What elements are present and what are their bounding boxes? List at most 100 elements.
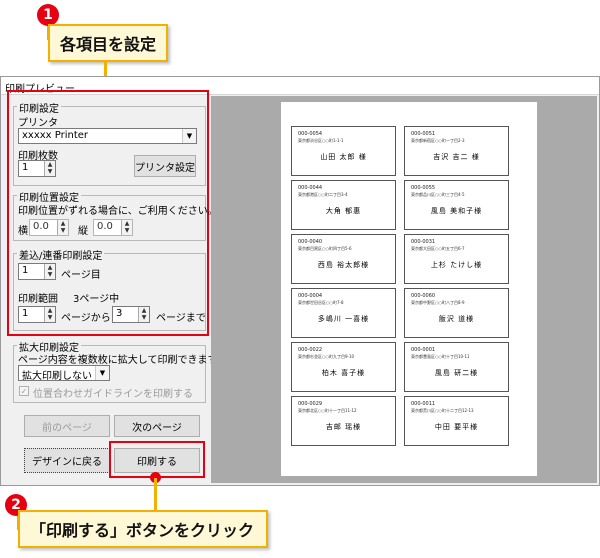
label-zip: 000-0044 <box>298 185 323 191</box>
horizontal-offset-stepper[interactable]: 0.0 ▲ ▼ <box>29 219 69 236</box>
label-zip: 000-0054 <box>298 131 323 137</box>
arrow-down-icon[interactable]: ▼ <box>45 314 55 321</box>
stepper-arrows[interactable]: ▲ ▼ <box>121 220 132 235</box>
label-addr: 東京都荒川区○○町十二丁目12-13 <box>411 408 474 413</box>
step-1-marker: 1 <box>37 4 59 26</box>
printer-select[interactable]: xxxxx Printer ▼ <box>18 128 197 144</box>
label-zip: 000-0060 <box>411 293 436 299</box>
address-label-card: 000-0011 東京都荒川区○○町十二丁目12-13 中田 要平様 <box>404 396 509 446</box>
address-label-card: 000-0029 東京都北区○○町十一丁目11-12 吉邮 瑶様 <box>291 396 396 446</box>
start-page-stepper[interactable]: 1 ▲ ▼ <box>18 263 56 280</box>
address-label-card: 000-0004 東京都世田谷区○○町7-8 多嶋川 一喜様 <box>291 288 396 338</box>
print-settings-title: 印刷設定 <box>17 100 61 115</box>
printer-select-value: xxxxx Printer <box>22 130 89 141</box>
enlarge-select-value: 拡大印刷しない <box>22 371 92 381</box>
arrow-down-icon[interactable]: ▼ <box>122 227 132 234</box>
back-to-design-button[interactable]: デザインに戻る <box>24 448 110 473</box>
label-name: 西島 裕太郎様 <box>317 261 370 269</box>
label-addr: 東京都中野区○○町八丁目8-9 <box>411 300 465 305</box>
label-zip: 000-0001 <box>411 347 436 353</box>
stepper-arrows[interactable]: ▲ ▼ <box>44 161 55 176</box>
printer-label: プリンタ <box>18 118 58 129</box>
arrow-down-icon[interactable]: ▼ <box>45 168 55 175</box>
enlarge-select[interactable]: 拡大印刷しない ▼ <box>18 365 110 381</box>
range-info: 3ページ中 <box>73 294 120 305</box>
label-name: 上杉 たけし様 <box>430 261 483 269</box>
address-label-card: 000-0055 東京都品川区○○町三丁目4-5 風島 美和子様 <box>404 180 509 230</box>
label-name: 吉沢 吉二 様 <box>433 153 480 161</box>
stepper-arrows[interactable]: ▲ ▼ <box>44 307 55 322</box>
arrow-up-icon[interactable]: ▲ <box>45 161 55 168</box>
range-label: 印刷範囲 <box>18 294 58 305</box>
arrow-down-icon[interactable]: ▼ <box>45 271 55 278</box>
position-note: 印刷位置がずれる場合に、ご利用ください。 <box>18 206 218 217</box>
label-addr: 東京都港区○○町二丁目3-4 <box>298 192 348 197</box>
address-label-card: 000-0022 東京都杉並区○○町九丁目9-10 柏木 喜子様 <box>291 342 396 392</box>
address-label-card: 000-0031 東京都大田区○○町五丁目6-7 上杉 たけし様 <box>404 234 509 284</box>
arrow-up-icon[interactable]: ▲ <box>122 220 132 227</box>
label-name: 多嶋川 一喜様 <box>317 315 370 323</box>
label-addr: 東京都渋谷区○○町1-1-1 <box>298 138 344 143</box>
callout-1-text: 各項目を設定 <box>60 35 157 54</box>
arrow-down-icon[interactable]: ▼ <box>139 314 149 321</box>
address-label-card: 000-0051 東京都新宿区○○町一丁目2-3 吉沢 吉二 様 <box>404 126 509 176</box>
range-to-stepper[interactable]: 3 ▲ ▼ <box>112 306 150 323</box>
arrow-up-icon[interactable]: ▲ <box>45 264 55 271</box>
arrow-up-icon[interactable]: ▲ <box>139 307 149 314</box>
vertical-offset-stepper[interactable]: 0.0 ▲ ▼ <box>93 219 133 236</box>
range-from-stepper[interactable]: 1 ▲ ▼ <box>18 306 56 323</box>
guide-checkbox[interactable]: ✓ <box>19 386 29 396</box>
preview-pane: 000-0054 東京都渋谷区○○町1-1-1 山田 太郎 様 000-0051 東京都… <box>211 96 597 483</box>
label-zip: 000-0011 <box>411 401 436 407</box>
label-name: 飯沢 道様 <box>438 315 475 323</box>
callout-2-text: 「印刷する」ボタンをクリック <box>30 521 255 540</box>
label-name: 風島 美和子様 <box>430 207 483 215</box>
label-name: 山田 太郎 様 <box>320 153 367 161</box>
arrow-down-icon[interactable]: ▼ <box>58 227 68 234</box>
copies-stepper[interactable]: 1 ▲ ▼ <box>18 160 56 177</box>
insert-settings-title: 差込/連番印刷設定 <box>17 247 105 262</box>
label-zip: 000-0004 <box>298 293 323 299</box>
label-name: 中田 要平様 <box>434 423 479 431</box>
vertical-offset-value: 0.0 <box>97 221 113 232</box>
label-addr: 東京都目黒区○○町四丁目5-6 <box>298 246 352 251</box>
address-label-card: 000-0044 東京都港区○○町二丁目3-4 大角 郁惠 <box>291 180 396 230</box>
label-addr: 東京都豊島区○○町十丁目10-11 <box>411 354 470 359</box>
address-label-card: 000-0054 東京都渋谷区○○町1-1-1 山田 太郎 様 <box>291 126 396 176</box>
stepper-arrows[interactable]: ▲ ▼ <box>44 264 55 279</box>
address-label-card: 000-0060 東京都中野区○○町八丁目8-9 飯沢 道様 <box>404 288 509 338</box>
prev-page-button[interactable]: 前のページ <box>24 415 110 437</box>
label-zip: 000-0029 <box>298 401 323 407</box>
label-name: 柏木 喜子様 <box>321 369 366 377</box>
stepper-arrows[interactable]: ▲ ▼ <box>57 220 68 235</box>
next-page-button[interactable]: 次のページ <box>114 415 200 437</box>
label-addr: 東京都世田谷区○○町7-8 <box>298 300 344 305</box>
label-name: 吉邮 瑶様 <box>325 423 362 431</box>
stepper-arrows[interactable]: ▲ ▼ <box>138 307 149 322</box>
label-addr: 東京都品川区○○町三丁目4-5 <box>411 192 465 197</box>
arrow-up-icon[interactable]: ▲ <box>45 307 55 314</box>
label-addr: 東京都大田区○○町五丁目6-7 <box>411 246 465 251</box>
start-page-suffix: ページ目 <box>61 270 101 281</box>
label-zip: 000-0051 <box>411 131 436 137</box>
printer-settings-button[interactable]: プリンタ設定 <box>134 155 196 177</box>
range-to-suffix: ページまで <box>156 313 206 324</box>
address-label-card: 000-0040 東京都目黒区○○町四丁目5-6 西島 裕太郎様 <box>291 234 396 284</box>
vertical-label: 縦 <box>78 226 88 237</box>
label-zip: 000-0040 <box>298 239 323 245</box>
callout-1: 各項目を設定 <box>48 24 168 62</box>
range-from-value: 1 <box>22 308 29 319</box>
label-addr: 東京都新宿区○○町一丁目2-3 <box>411 138 465 143</box>
callout-2-pointer <box>154 478 157 512</box>
label-addr: 東京都杉並区○○町九丁目9-10 <box>298 354 355 359</box>
arrow-up-icon[interactable]: ▲ <box>58 220 68 227</box>
enlarge-note: ページ内容を複数枚に拡大して印刷できます。 <box>18 355 227 366</box>
start-page-value: 1 <box>22 265 29 276</box>
guide-checkbox-label: 位置合わせガイドラインを印刷する <box>33 389 193 400</box>
preview-paper: 000-0054 東京都渋谷区○○町1-1-1 山田 太郎 様 000-0051 東京都… <box>281 102 537 476</box>
horizontal-label: 横 <box>18 226 28 237</box>
chevron-down-icon: ▼ <box>182 129 196 143</box>
range-to-value: 3 <box>116 308 123 319</box>
label-addr: 東京都北区○○町十一丁目11-12 <box>298 408 357 413</box>
chevron-down-icon: ▼ <box>95 366 109 380</box>
